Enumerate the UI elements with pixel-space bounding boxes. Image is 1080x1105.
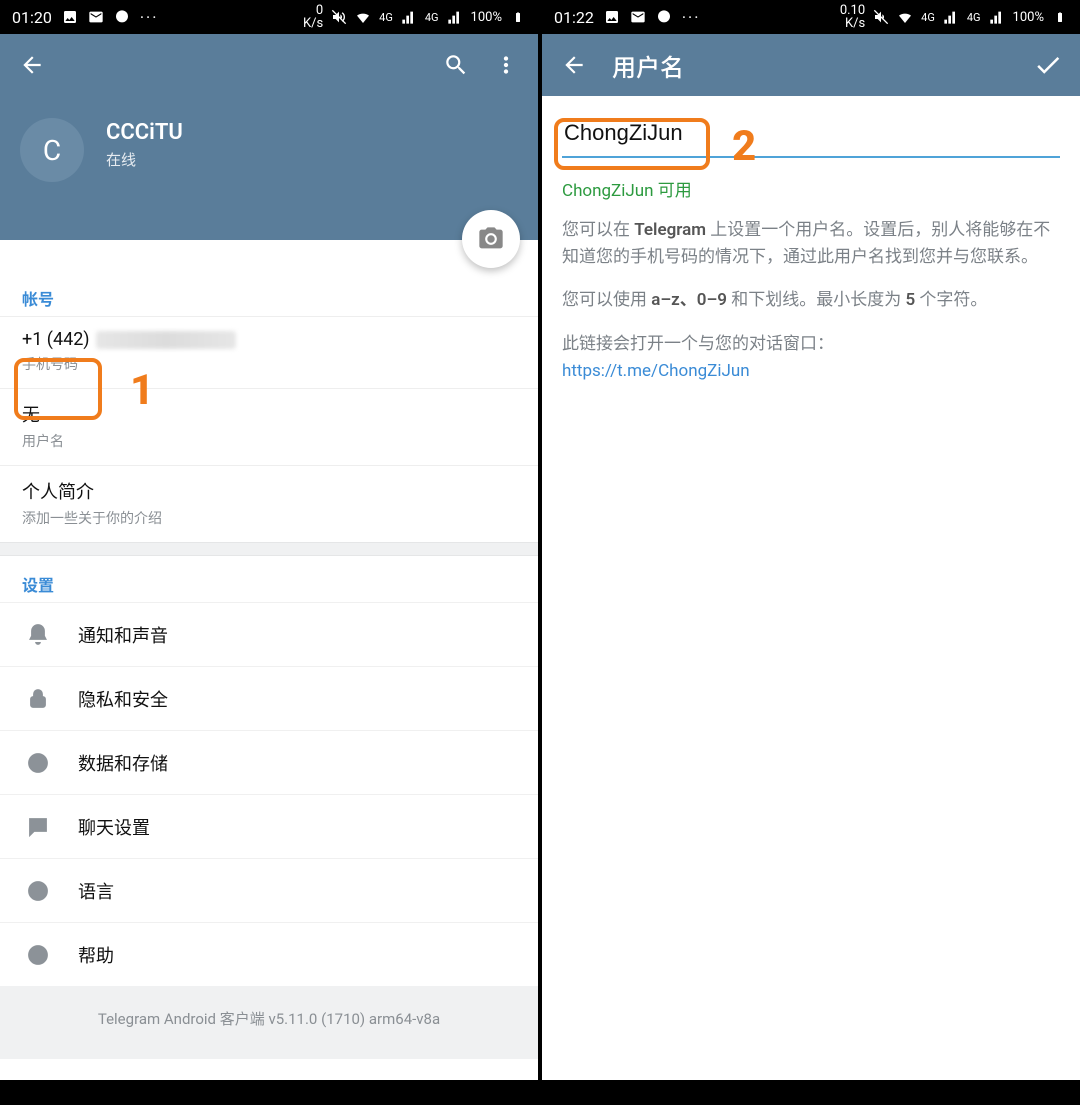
- data-icon: [22, 751, 54, 775]
- status-network-2: 4G: [967, 11, 981, 24]
- battery-icon: [510, 9, 526, 25]
- status-bar: 01:22 ··· 0.10 K/s 4G 4G 100%: [542, 0, 1080, 34]
- settings-screen: 01:20 ··· 0 K/s 4G 4G 100%: [0, 0, 538, 1096]
- settings-section-title: 设置: [22, 572, 516, 596]
- globe-icon: [22, 879, 54, 903]
- item-label: 聊天设置: [78, 814, 150, 840]
- username-input-wrap: [562, 114, 1060, 158]
- signal-icon: [943, 9, 959, 25]
- status-speed: 0 K/s: [303, 4, 323, 30]
- signal-icon-2: [989, 9, 1005, 25]
- status-time: 01:22: [554, 8, 594, 27]
- status-battery-text: 100%: [471, 10, 502, 25]
- signal-icon-2: [447, 9, 463, 25]
- picture-icon: [62, 9, 78, 25]
- username-input[interactable]: [564, 120, 1058, 146]
- username-link[interactable]: https://t.me/ChongZiJun: [562, 361, 750, 381]
- help-icon: [22, 943, 54, 967]
- item-label: 通知和声音: [78, 622, 168, 648]
- toolbar-title: 用户名: [612, 48, 684, 83]
- back-button[interactable]: [556, 47, 592, 83]
- help-text-1: 您可以在 Telegram 上设置一个用户名。设置后，别人将能够在不知道您的手机…: [562, 217, 1060, 271]
- username-available-text: ChongZiJun 可用: [562, 176, 1060, 201]
- help-text-2: 您可以使用 a–z、0–9 和下划线。最小长度为 5 个字符。: [562, 287, 1060, 314]
- settings-chat[interactable]: 聊天设置: [0, 794, 538, 858]
- more-icon: ···: [682, 8, 701, 27]
- username-label: 用户名: [22, 431, 516, 451]
- battery-icon: [1052, 9, 1068, 25]
- username-row[interactable]: 无 用户名: [0, 388, 538, 465]
- confirm-button[interactable]: [1030, 47, 1066, 83]
- item-label: 语言: [78, 878, 114, 904]
- mute-icon: [331, 9, 347, 25]
- username-value: 无: [22, 401, 516, 427]
- phone-prefix: +1 (442): [22, 329, 90, 350]
- settings-notifications[interactable]: 通知和声音: [0, 602, 538, 666]
- status-bar: 01:20 ··· 0 K/s 4G 4G 100%: [0, 0, 538, 34]
- status-network: 4G: [921, 11, 935, 24]
- status-speed: 0.10 K/s: [840, 4, 865, 30]
- settings-language[interactable]: 语言: [0, 858, 538, 922]
- bio-value: 个人简介: [22, 478, 516, 504]
- item-label: 数据和存储: [78, 750, 168, 776]
- mail-icon: [88, 9, 104, 25]
- wifi-icon: [897, 9, 913, 25]
- status-time: 01:20: [12, 8, 52, 27]
- change-photo-button[interactable]: [462, 210, 520, 268]
- avatar[interactable]: C: [20, 118, 84, 182]
- back-button[interactable]: [14, 47, 50, 83]
- profile-status: 在线: [106, 149, 183, 170]
- chat-icon: [22, 815, 54, 839]
- profile-header: C CCCiTU 在线: [0, 96, 538, 240]
- picture-icon: [604, 9, 620, 25]
- help-text-3: 此链接会打开一个与您的对话窗口：: [562, 331, 1060, 358]
- search-button[interactable]: [438, 47, 474, 83]
- phone-redacted: [96, 331, 236, 349]
- android-navbar: [0, 1080, 538, 1096]
- status-network: 4G: [379, 11, 393, 24]
- settings-privacy[interactable]: 隐私和安全: [0, 666, 538, 730]
- status-battery-text: 100%: [1013, 10, 1044, 25]
- item-label: 帮助: [78, 942, 114, 968]
- toolbar: 用户名: [542, 34, 1080, 96]
- bell-icon: [22, 623, 54, 647]
- mail-icon: [630, 9, 646, 25]
- bio-row[interactable]: 个人简介 添加一些关于你的介绍: [0, 465, 538, 542]
- username-edit-screen: 01:22 ··· 0.10 K/s 4G 4G 100%: [542, 0, 1080, 1096]
- lock-icon: [22, 687, 54, 711]
- settings-data[interactable]: 数据和存储: [0, 730, 538, 794]
- bio-label: 添加一些关于你的介绍: [22, 508, 516, 528]
- app-version-footer: Telegram Android 客户端 v5.11.0 (1710) arm6…: [0, 986, 538, 1059]
- phone-row[interactable]: +1 (442) 手机号码: [0, 316, 538, 388]
- phone-label: 手机号码: [22, 354, 516, 374]
- more-icon: ···: [140, 8, 159, 27]
- item-label: 隐私和安全: [78, 686, 168, 712]
- mute-icon: [873, 9, 889, 25]
- wifi-icon: [355, 9, 371, 25]
- camera-icon: [477, 225, 505, 253]
- signal-icon: [401, 9, 417, 25]
- android-navbar: [542, 1080, 1080, 1096]
- toolbar: [0, 34, 538, 96]
- settings-help[interactable]: 帮助: [0, 922, 538, 986]
- status-network-2: 4G: [425, 11, 439, 24]
- account-section-title: 帐号: [22, 286, 516, 310]
- menu-button[interactable]: [488, 47, 524, 83]
- hangouts-icon: [114, 9, 130, 25]
- profile-name: CCCiTU: [106, 120, 183, 145]
- hangouts-icon: [656, 9, 672, 25]
